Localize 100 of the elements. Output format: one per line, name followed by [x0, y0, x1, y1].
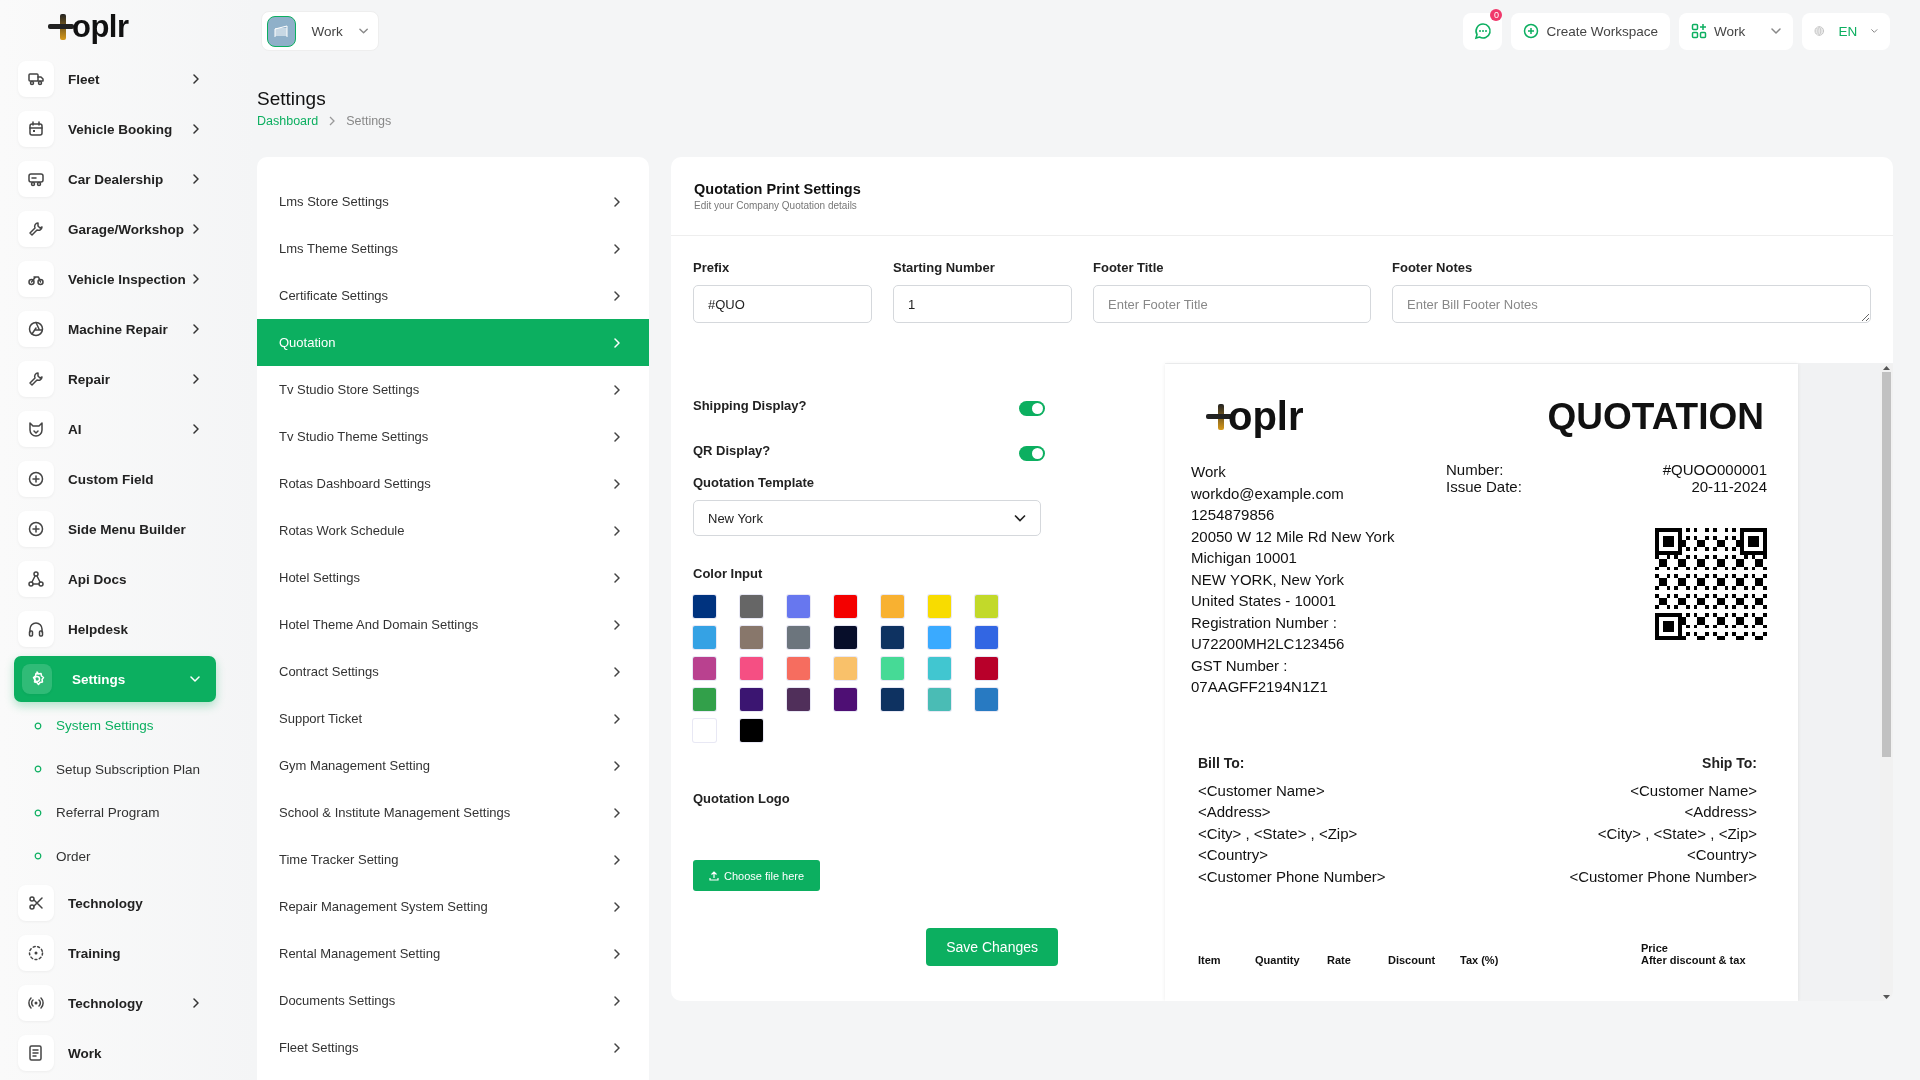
sidebar-item[interactable]: Garage/Workshop — [14, 204, 216, 254]
column-header: Quantity — [1255, 954, 1301, 966]
settings-menu-item[interactable]: Tv Studio Store Settings — [257, 366, 649, 413]
settings-menu-item[interactable]: Gym Management Setting — [257, 742, 649, 789]
color-swatch[interactable] — [740, 719, 763, 742]
color-swatch[interactable] — [928, 595, 951, 618]
settings-menu-item[interactable]: Rental Management Setting — [257, 930, 649, 977]
color-swatch[interactable] — [693, 595, 716, 618]
sidebar-item[interactable]: Vehicle Booking — [14, 104, 216, 154]
color-swatch[interactable] — [740, 688, 763, 711]
toggle-switch[interactable] — [1019, 446, 1045, 461]
notes-field[interactable]: Enter Bill Footer Notes — [1392, 285, 1871, 323]
settings-menu-item[interactable]: School & Institute Management Settings — [257, 789, 649, 836]
settings-menu-item[interactable]: Contract Settings — [257, 648, 649, 695]
color-swatch[interactable] — [693, 688, 716, 711]
color-swatch[interactable] — [881, 626, 904, 649]
company-detail: 07AAGFF2194N1Z1 — [1191, 677, 1329, 697]
text-field[interactable]: #QUO — [693, 285, 872, 323]
color-swatch[interactable] — [787, 657, 810, 680]
column-header: Item — [1198, 954, 1222, 966]
plus-circle-icon — [1523, 23, 1540, 39]
workspace-menu[interactable]: Work — [1679, 12, 1793, 50]
color-swatch[interactable] — [787, 595, 810, 618]
color-swatch[interactable] — [693, 657, 716, 680]
sidebar-item[interactable]: AI — [14, 404, 216, 454]
sidebar-item[interactable]: Car Dealership — [14, 154, 216, 204]
messages-button[interactable]: 0 — [1463, 12, 1503, 50]
color-swatch[interactable] — [881, 657, 904, 680]
settings-menu-item[interactable]: Lms Theme Settings — [257, 225, 649, 272]
workspace-selector[interactable]: Work — [261, 11, 379, 51]
chevron-down-icon — [1771, 27, 1781, 35]
sidebar-item[interactable]: Work — [14, 1028, 216, 1078]
chevron-right-icon — [613, 243, 621, 254]
color-swatch[interactable] — [881, 688, 904, 711]
color-swatch[interactable] — [975, 688, 998, 711]
settings-menu-item[interactable]: Repair Management System Setting — [257, 883, 649, 930]
settings-menu-item[interactable]: Rotas Work Schedule — [257, 507, 649, 554]
chevron-right-icon — [192, 74, 200, 84]
chevron-right-icon — [613, 384, 621, 395]
sidebar-item[interactable]: Training — [14, 928, 216, 978]
color-swatch[interactable] — [740, 595, 763, 618]
color-swatch[interactable] — [928, 657, 951, 680]
bill-to-line: <Customer Phone Number> — [1198, 866, 1386, 887]
settings-menu-item[interactable]: Rotas Dashboard Settings — [257, 460, 649, 507]
color-swatch[interactable] — [740, 626, 763, 649]
settings-menu-item[interactable]: Support Ticket — [257, 695, 649, 742]
ship-to-heading: Ship To: — [1701, 754, 1757, 771]
submenu-item[interactable]: Referral Program — [14, 791, 216, 835]
submenu-item[interactable]: Order — [14, 834, 216, 878]
color-swatch[interactable] — [787, 688, 810, 711]
color-swatch[interactable] — [928, 688, 951, 711]
color-swatch[interactable] — [975, 595, 998, 618]
sidebar-item[interactable]: Vehicle Inspection — [14, 254, 216, 304]
text-field[interactable]: 1 — [893, 285, 1072, 323]
submenu-item[interactable]: Setup Subscription Plan — [14, 747, 216, 791]
create-workspace-button[interactable]: Create Workspace — [1511, 12, 1670, 50]
settings-menu-item[interactable]: Time Tracker Setting — [257, 836, 649, 883]
chevron-right-icon — [613, 619, 621, 630]
color-swatch[interactable] — [834, 657, 857, 680]
sidebar-item[interactable]: Technology — [14, 878, 216, 928]
card-title: Quotation Print Settings — [694, 181, 862, 197]
sidebar-item[interactable]: Side Menu Builder — [14, 504, 216, 554]
text-field[interactable]: Enter Footer Title — [1093, 285, 1371, 323]
sidebar-item[interactable]: Api Docs — [14, 554, 216, 604]
color-swatch[interactable] — [787, 626, 810, 649]
color-swatch[interactable] — [928, 626, 951, 649]
settings-menu-item[interactable]: Lms Store Settings — [257, 178, 649, 225]
color-swatch[interactable] — [693, 626, 716, 649]
sidebar-item[interactable]: Helpdesk — [14, 604, 216, 654]
settings-menu-item[interactable]: Hotel Settings — [257, 554, 649, 601]
chevron-right-icon — [613, 948, 621, 959]
bill-to-line: <City> , <State> , <Zip> — [1198, 823, 1359, 844]
sidebar-item[interactable]: Custom Field — [14, 454, 216, 504]
color-swatch[interactable] — [834, 595, 857, 618]
color-swatch[interactable] — [975, 626, 998, 649]
color-swatch[interactable] — [834, 626, 857, 649]
scrollbar[interactable] — [1880, 364, 1893, 1001]
field-label: Quotation Template — [693, 475, 816, 490]
chevron-down-icon — [1871, 27, 1878, 35]
settings-menu-item[interactable]: Hotel Theme And Domain Settings — [257, 601, 649, 648]
scroll-up-icon[interactable] — [1883, 366, 1890, 370]
upload-icon — [709, 870, 719, 881]
sidebar-item[interactable]: Technology — [14, 978, 216, 1028]
color-swatch[interactable] — [740, 657, 763, 680]
color-swatch[interactable] — [975, 657, 998, 680]
settings-menu-item[interactable]: Documents Settings — [257, 977, 649, 1024]
toggle-switch[interactable] — [1019, 401, 1045, 416]
template-select[interactable]: New York — [693, 500, 1041, 536]
sidebar-item[interactable]: Repair — [14, 354, 216, 404]
field-label: Prefix — [693, 260, 731, 275]
color-swatch[interactable] — [881, 595, 904, 618]
scroll-down-icon[interactable] — [1883, 995, 1890, 999]
toggle-label: QR Display? — [693, 443, 771, 458]
page-title: Settings — [257, 88, 327, 110]
settings-menu-item[interactable]: Tv Studio Theme Settings — [257, 413, 649, 460]
settings-menu-item[interactable]: Fleet Settings — [257, 1024, 649, 1071]
sidebar-item[interactable]: Machine Repair — [14, 304, 216, 354]
settings-menu-item[interactable]: Certificate Settings — [257, 272, 649, 319]
color-swatch[interactable] — [834, 688, 857, 711]
sidebar-item[interactable]: Fleet — [14, 54, 216, 104]
